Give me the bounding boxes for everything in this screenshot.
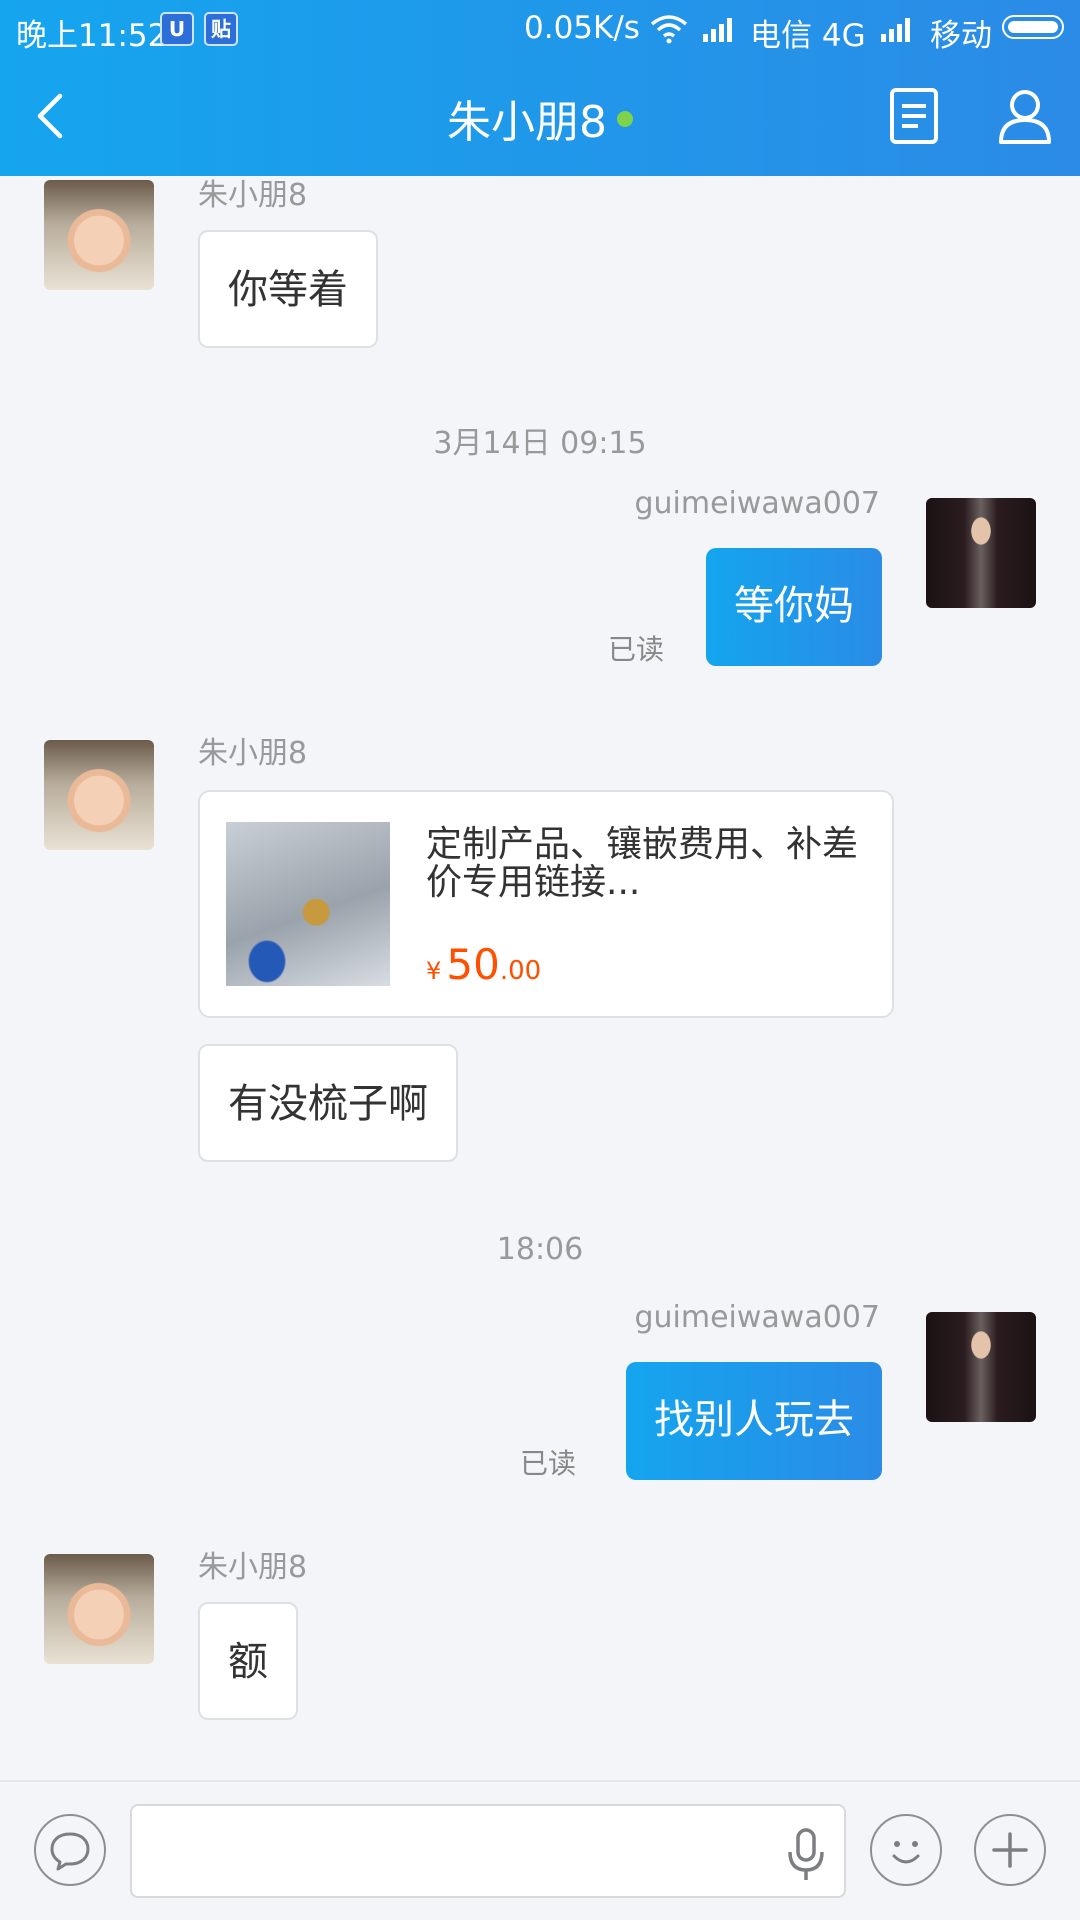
message-bubble-incoming[interactable]: 有没梳子啊 [198, 1044, 458, 1162]
product-image[interactable] [226, 822, 390, 986]
sender-name: 朱小朋8 [198, 1550, 308, 1585]
chat-bubble-icon[interactable] [34, 1814, 106, 1886]
wifi-icon [650, 15, 688, 44]
microphone-icon[interactable] [786, 1826, 826, 1882]
contact-avatar[interactable] [44, 740, 154, 850]
app-notification-icon: U [160, 12, 194, 46]
message-input[interactable] [130, 1804, 846, 1898]
signal-icon [703, 18, 732, 42]
emoji-icon[interactable] [870, 1814, 942, 1886]
battery-icon [1002, 15, 1064, 39]
carrier-label-1: 电信 4G [750, 18, 866, 54]
document-icon[interactable] [886, 86, 942, 146]
profile-icon[interactable] [996, 86, 1054, 146]
input-bar [0, 1780, 1080, 1920]
tieba-notification-icon: 贴 [204, 12, 238, 46]
chat-area[interactable]: 朱小朋8 你等着 3月14日 09:15 guimeiwawa007 等你妈 已… [0, 176, 1080, 1780]
contact-avatar[interactable] [44, 180, 154, 290]
product-card[interactable]: 定制产品、镶嵌费用、补差价专用链接... ¥ 50.00 [198, 790, 894, 1018]
nav-bar: 朱小朋8 [0, 56, 1080, 176]
price-decimal: .00 [499, 956, 542, 986]
top-bar: 晚上11:52 U 贴 0.05K/s 电信 4G 移动 朱小朋8 [0, 0, 1080, 176]
plus-icon[interactable] [974, 1814, 1046, 1886]
message-timestamp: 3月14日 09:15 [433, 426, 647, 461]
price-integer: 50 [446, 940, 500, 989]
signal-icon [881, 18, 910, 42]
status-time: 晚上11:52 [16, 18, 168, 54]
sender-name: guimeiwawa007 [634, 486, 880, 521]
my-avatar[interactable] [926, 498, 1036, 608]
sender-name: 朱小朋8 [198, 178, 308, 213]
message-bubble-incoming[interactable]: 额 [198, 1602, 298, 1720]
price-currency: ¥ [426, 957, 442, 985]
contact-name: 朱小朋8 [447, 97, 607, 148]
message-bubble-incoming[interactable]: 你等着 [198, 230, 378, 348]
sender-name: 朱小朋8 [198, 736, 308, 771]
product-price: ¥ 50.00 [426, 940, 541, 989]
message-bubble-outgoing[interactable]: 等你妈 [706, 548, 882, 666]
network-speed: 0.05K/s [524, 10, 640, 46]
carrier-label-2: 移动 [930, 18, 992, 54]
product-title: 定制产品、镶嵌费用、补差价专用链接... [426, 824, 859, 903]
my-avatar[interactable] [926, 1312, 1036, 1422]
read-status: 已读 [608, 633, 665, 666]
sender-name: guimeiwawa007 [634, 1300, 880, 1335]
online-status-dot [617, 111, 633, 127]
read-status: 已读 [520, 1447, 577, 1480]
message-bubble-outgoing[interactable]: 找别人玩去 [626, 1362, 882, 1480]
status-bar: 晚上11:52 U 贴 0.05K/s 电信 4G 移动 [0, 0, 1080, 56]
contact-avatar[interactable] [44, 1554, 154, 1664]
message-timestamp: 18:06 [496, 1232, 584, 1267]
